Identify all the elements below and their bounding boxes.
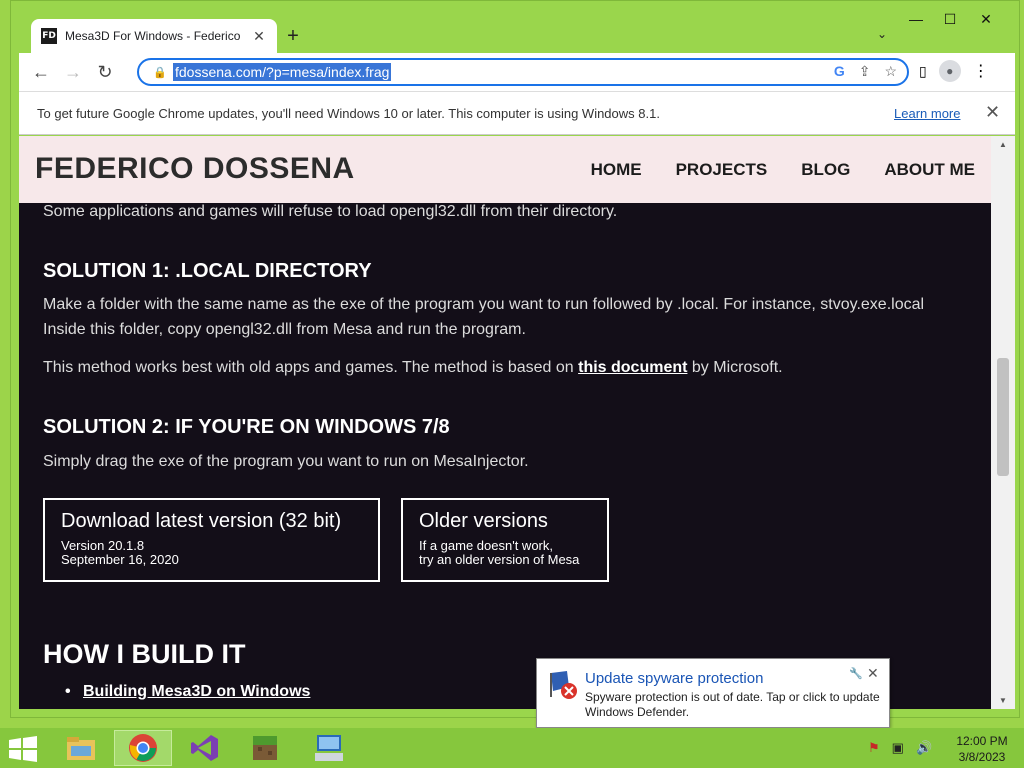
solution1-paragraph-1: Make a folder with the same name as the … bbox=[43, 296, 925, 313]
tab-title: Mesa3D For Windows - Federico bbox=[65, 29, 241, 43]
bookmark-star-icon[interactable]: ☆ bbox=[884, 63, 897, 80]
system-tray: ⚑ ▣ 🔊 bbox=[868, 740, 932, 756]
share-icon[interactable]: ⇪ bbox=[859, 63, 871, 80]
close-window-button[interactable]: ✕ bbox=[973, 11, 999, 28]
older-versions-line1: If a game doesn't work, bbox=[419, 538, 553, 553]
notification-text: Spyware protection is out of date. Tap o… bbox=[585, 690, 880, 719]
taskbar: ⚑ ▣ 🔊 12:00 PM 3/8/2023 bbox=[0, 728, 1024, 768]
site-nav: HOME PROJECTS BLOG ABOUT ME bbox=[591, 160, 975, 180]
defender-warning-icon bbox=[550, 671, 577, 699]
minecraft-taskbar-icon[interactable] bbox=[236, 730, 294, 766]
back-arrow-icon[interactable]: ← bbox=[25, 56, 57, 88]
scroll-down-arrow-icon[interactable]: ▼ bbox=[999, 696, 1007, 705]
older-versions-button[interactable]: Older versions If a game doesn't work, t… bbox=[401, 498, 609, 582]
windows-start-icon[interactable] bbox=[8, 736, 38, 762]
solution1-heading: SOLUTION 1: .LOCAL DIRECTORY bbox=[43, 260, 372, 282]
menu-kebab-icon[interactable]: ⋮ bbox=[973, 61, 989, 81]
site-logo-title[interactable]: FEDERICO DOSSENA bbox=[35, 152, 355, 186]
download-version: Version 20.1.8 bbox=[61, 538, 145, 553]
maximize-button[interactable]: ☐ bbox=[937, 11, 963, 28]
browser-window: FD Mesa3D For Windows - Federico ✕ + ⌄ —… bbox=[10, 0, 1020, 718]
forward-arrow-icon[interactable]: → bbox=[57, 56, 89, 88]
scrollbar-thumb[interactable] bbox=[997, 358, 1009, 476]
infobar-message: To get future Google Chrome updates, you… bbox=[37, 105, 660, 121]
tab-search-chevron-icon[interactable]: ⌄ bbox=[877, 27, 887, 41]
new-tab-button[interactable]: + bbox=[281, 25, 305, 49]
how-i-build-it-heading: HOW I BUILD IT bbox=[43, 639, 246, 669]
older-versions-title: Older versions bbox=[419, 510, 548, 532]
notification-close-icon[interactable]: ✕ bbox=[867, 665, 879, 682]
download-latest-button[interactable]: Download latest version (32 bit) Version… bbox=[43, 498, 380, 582]
building-mesa-link[interactable]: Building Mesa3D on Windows bbox=[65, 683, 310, 701]
visual-studio-taskbar-icon[interactable] bbox=[176, 730, 234, 766]
notification-title: Update spyware protection bbox=[585, 670, 764, 687]
volume-icon[interactable]: 🔊 bbox=[916, 740, 932, 756]
spyware-notification[interactable]: Update spyware protection Spyware protec… bbox=[536, 658, 890, 728]
nav-projects[interactable]: PROJECTS bbox=[676, 160, 768, 180]
learn-more-link[interactable]: Learn more bbox=[894, 106, 960, 121]
file-explorer-taskbar-icon[interactable] bbox=[52, 730, 110, 766]
web-page: Some applications and games will refuse … bbox=[19, 136, 991, 709]
url-text[interactable]: fdossena.com/?p=mesa/index.frag bbox=[173, 63, 392, 81]
clock-date: 3/8/2023 bbox=[958, 750, 1006, 764]
solution2-heading: SOLUTION 2: IF YOU'RE ON WINDOWS 7/8 bbox=[43, 416, 450, 438]
solution1-paragraph-2: Inside this folder, copy opengl32.dll fr… bbox=[43, 321, 526, 338]
reload-icon[interactable]: ↻ bbox=[89, 56, 121, 88]
taskbar-clock[interactable]: 12:00 PM 3/8/2023 bbox=[950, 733, 1014, 765]
clock-time: 12:00 PM bbox=[956, 734, 1008, 748]
nav-blog[interactable]: BLOG bbox=[801, 160, 850, 180]
minimize-button[interactable]: — bbox=[903, 11, 929, 27]
chrome-taskbar-icon[interactable] bbox=[114, 730, 172, 766]
pin-icon[interactable]: 🔧 bbox=[849, 667, 863, 680]
download-latest-title: Download latest version (32 bit) bbox=[61, 510, 342, 532]
flag-alert-icon[interactable]: ⚑ bbox=[868, 740, 880, 756]
older-versions-line2: try an older version of Mesa bbox=[419, 552, 580, 567]
google-lens-icon[interactable]: G bbox=[834, 63, 845, 80]
infobar-close-icon[interactable]: ✕ bbox=[985, 102, 1000, 123]
title-bar: FD Mesa3D For Windows - Federico ✕ + ⌄ —… bbox=[11, 1, 1019, 53]
address-bar[interactable]: 🔒 fdossena.com/?p=mesa/index.frag G ⇪ ☆ bbox=[137, 58, 909, 86]
nav-about-me[interactable]: ABOUT ME bbox=[884, 160, 975, 180]
site-favicon-icon: FD bbox=[41, 28, 57, 44]
tab-close-icon[interactable]: ✕ bbox=[251, 28, 267, 45]
solution1-paragraph-3: This method works best with old apps and… bbox=[43, 359, 783, 376]
nav-home[interactable]: HOME bbox=[591, 160, 642, 180]
solution2-paragraph: Simply drag the exe of the program you w… bbox=[43, 453, 529, 470]
page-scrollbar[interactable]: ▲ ▼ bbox=[991, 136, 1015, 709]
site-header: FEDERICO DOSSENA HOME PROJECTS BLOG ABOU… bbox=[19, 136, 991, 203]
update-infobar: To get future Google Chrome updates, you… bbox=[19, 91, 1015, 135]
download-date: September 16, 2020 bbox=[61, 552, 179, 567]
keyboard-app-taskbar-icon[interactable] bbox=[300, 730, 358, 766]
side-panel-icon[interactable]: ▯ bbox=[919, 63, 927, 80]
lock-icon[interactable]: 🔒 bbox=[153, 66, 167, 79]
profile-avatar-icon[interactable]: ● bbox=[938, 60, 961, 82]
browser-toolbar: ← → ↻ 🔒 fdossena.com/?p=mesa/index.frag … bbox=[19, 53, 1015, 91]
intro-text: Some applications and games will refuse … bbox=[43, 203, 618, 220]
browser-tab[interactable]: FD Mesa3D For Windows - Federico ✕ bbox=[31, 19, 277, 53]
scroll-up-arrow-icon[interactable]: ▲ bbox=[999, 140, 1007, 149]
network-icon[interactable]: ▣ bbox=[892, 740, 904, 756]
this-document-link[interactable]: this document bbox=[578, 359, 687, 376]
